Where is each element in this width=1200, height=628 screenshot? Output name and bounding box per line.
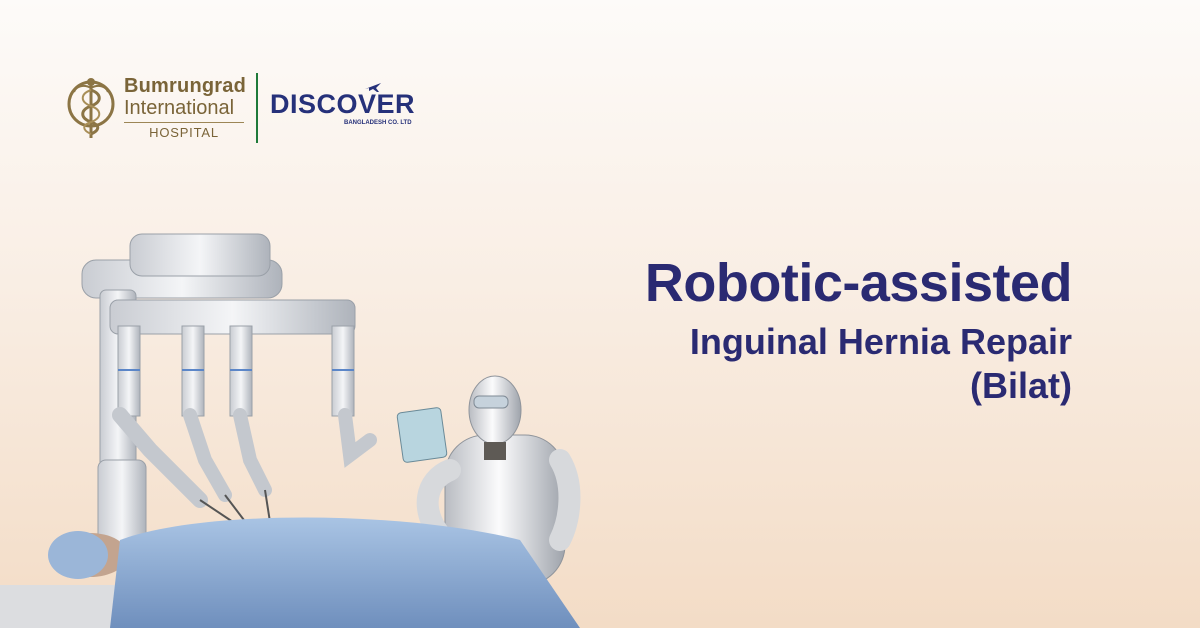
logo-group: Bumrungrad International HOSPITAL DISCOV… [66, 72, 415, 144]
hospital-logo-rule [124, 122, 244, 123]
hospital-logo-text: Bumrungrad International HOSPITAL [124, 76, 246, 140]
hospital-name-line1: Bumrungrad [124, 75, 246, 97]
headline: Robotic-assisted Inguinal Hernia Repair … [644, 252, 1073, 408]
partner-logo: DISCOVER BANGLADESH CO. LTD [270, 83, 416, 127]
hospital-name-line2: International [124, 97, 235, 119]
patient-on-bed [0, 517, 580, 628]
hospital-name-line3: HOSPITAL [149, 125, 219, 140]
airplane-icon [365, 83, 381, 92]
headline-line3: (Bilat) [970, 365, 1072, 406]
surgical-robot-cart [81, 233, 377, 561]
logo-divider [256, 73, 258, 143]
headline-line1: Robotic-assisted [644, 253, 1073, 313]
headline-line2: Inguinal Hernia Repair [689, 321, 1072, 362]
partner-subtitle: BANGLADESH CO. LTD [344, 120, 412, 126]
banner: Bumrungrad International HOSPITAL DISCOV… [0, 0, 1200, 628]
partner-name: DISCOVER [270, 89, 416, 119]
caduceus-emblem-icon [67, 78, 115, 138]
surgical-robot-illustration [0, 233, 581, 628]
